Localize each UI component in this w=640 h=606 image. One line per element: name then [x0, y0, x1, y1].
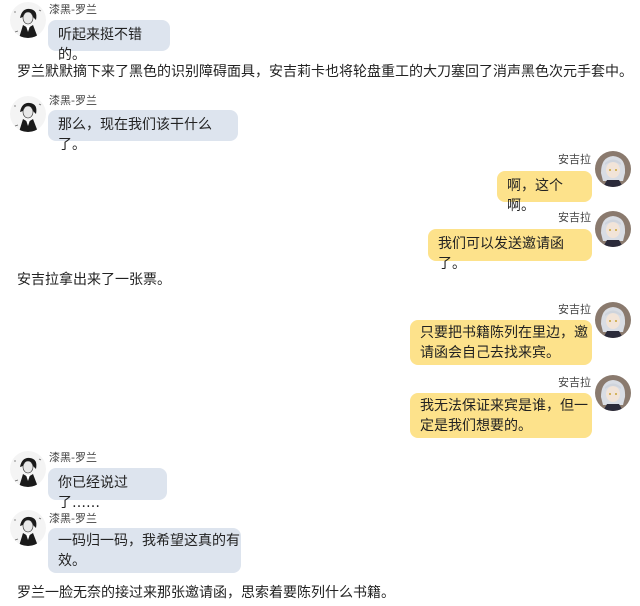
message-bubble: 一码归一码，我希望这真的有 效。	[48, 528, 241, 573]
roland-sketch-avatar-icon	[10, 451, 46, 487]
angela-portrait-avatar-icon	[595, 151, 631, 187]
narration-text: 安吉拉拿出来了一张票。	[17, 272, 171, 288]
message-bubble: 那么，现在我们该干什么了。	[48, 110, 238, 153]
angela-portrait-avatar-icon	[595, 302, 631, 338]
message-bubble: 我无法保证来宾是谁，但一 定是我们想要的。	[410, 393, 592, 438]
message-bubble: 我们可以发送邀请函了。	[428, 229, 592, 272]
speaker-name: 漆黑-罗兰	[49, 94, 97, 107]
message-line: 一码归一码，我希望这真的有	[58, 533, 240, 549]
angela-portrait-avatar-icon	[595, 375, 631, 411]
message-bubble: 你已经说过了……	[48, 468, 167, 511]
message-line: 只要把书籍陈列在里边，邀	[420, 325, 588, 341]
narration-text: 罗兰一脸无奈的接过来那张邀请函，思索着要陈列什么书籍。	[17, 585, 395, 601]
angela-portrait-avatar-icon	[595, 211, 631, 247]
speaker-name: 漆黑-罗兰	[49, 451, 97, 464]
roland-sketch-avatar-icon	[10, 96, 46, 132]
message-line: 定是我们想要的。	[420, 418, 532, 434]
message-line: 效。	[58, 553, 86, 569]
message-bubble: 听起来挺不错的。	[48, 20, 170, 63]
roland-sketch-avatar-icon	[10, 510, 46, 546]
speaker-name: 安吉拉	[558, 211, 591, 224]
speaker-name: 安吉拉	[558, 376, 591, 389]
message-bubble: 只要把书籍陈列在里边，邀 请函会自己去找来宾。	[410, 320, 592, 365]
roland-sketch-avatar-icon	[10, 2, 46, 38]
narration-text: 罗兰默默摘下来了黑色的识别障碍面具，安吉莉卡也将轮盘重工的大刀塞回了消声黑色次元…	[17, 64, 633, 80]
speaker-name: 漆黑-罗兰	[49, 3, 97, 16]
message-line: 我无法保证来宾是谁，但一	[420, 398, 588, 414]
speaker-name: 漆黑-罗兰	[49, 512, 97, 525]
message-line: 请函会自己去找来宾。	[420, 345, 560, 361]
speaker-name: 安吉拉	[558, 153, 591, 166]
speaker-name: 安吉拉	[558, 303, 591, 316]
message-bubble: 啊，这个啊。	[497, 171, 592, 214]
